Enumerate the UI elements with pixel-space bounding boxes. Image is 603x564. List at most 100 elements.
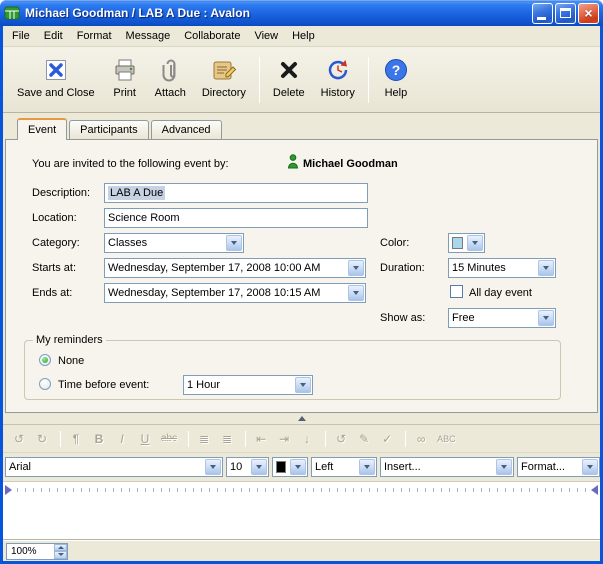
all-day-checkbox[interactable] — [450, 285, 463, 298]
ends-at-label: Ends at: — [32, 287, 72, 299]
font-size-select[interactable]: 10 — [226, 457, 269, 477]
attach-button[interactable]: Attach — [147, 52, 194, 103]
chevron-down-icon[interactable] — [496, 459, 512, 475]
find-binoculars-icon[interactable]: ∞ — [414, 432, 428, 446]
category-select[interactable]: Classes — [104, 233, 244, 253]
reminders-group-label: My reminders — [33, 334, 106, 346]
font-bar: Arial 10 Left Insert... Format... — [3, 452, 600, 481]
print-icon — [111, 56, 139, 84]
chevron-down-icon[interactable] — [467, 235, 483, 251]
bold-icon[interactable]: B — [92, 432, 106, 446]
invited-by-text: You are invited to the following event b… — [32, 158, 229, 170]
reminder-time-select[interactable]: 1 Hour — [183, 375, 313, 395]
chevron-down-icon[interactable] — [205, 459, 221, 475]
menu-edit[interactable]: Edit — [37, 27, 70, 45]
chevron-down-icon[interactable] — [538, 310, 554, 326]
close-icon: × — [584, 6, 592, 20]
tab-participants[interactable]: Participants — [69, 120, 148, 139]
chevron-down-icon[interactable] — [251, 459, 267, 475]
window-title: Michael Goodman / LAB A Due : Avalon — [25, 6, 530, 20]
main-toolbar: Save and Close Print Attach — [3, 47, 600, 113]
menu-help[interactable]: Help — [285, 27, 322, 45]
chevron-down-icon[interactable] — [348, 260, 364, 276]
minimize-button[interactable] — [532, 3, 553, 24]
message-body[interactable] — [3, 497, 600, 540]
svg-text:?: ? — [392, 62, 401, 78]
show-as-label: Show as: — [380, 312, 425, 324]
ruler-right-margin-marker[interactable] — [591, 485, 598, 495]
toolbar-separator — [60, 431, 61, 447]
tab-advanced[interactable]: Advanced — [151, 120, 222, 139]
zoom-decrease-button[interactable] — [54, 551, 67, 559]
menu-message[interactable]: Message — [119, 27, 178, 45]
chevron-down-icon[interactable] — [290, 459, 306, 475]
history-icon — [324, 56, 352, 84]
chevron-down-icon[interactable] — [582, 459, 598, 475]
font-color-select[interactable] — [272, 457, 308, 477]
menu-format[interactable]: Format — [70, 27, 119, 45]
undo-icon[interactable]: ↺ — [12, 432, 26, 446]
category-label: Category: — [32, 237, 80, 249]
rotate-icon[interactable]: ↺ — [334, 432, 348, 446]
duration-select[interactable]: 15 Minutes — [448, 258, 556, 278]
reminder-none-radio[interactable] — [39, 354, 51, 366]
duration-label: Duration: — [380, 262, 425, 274]
font-family-select[interactable]: Arial — [5, 457, 223, 477]
format-select[interactable]: Format... — [517, 457, 600, 477]
description-value: LAB A Due — [108, 186, 165, 200]
starts-at-label: Starts at: — [32, 262, 76, 274]
paragraph-icon[interactable]: ¶ — [69, 432, 83, 446]
close-button[interactable]: × — [578, 3, 599, 24]
description-input[interactable]: LAB A Due — [104, 183, 368, 203]
titlebar[interactable]: Michael Goodman / LAB A Due : Avalon × — [0, 0, 603, 26]
zoom-increase-button[interactable] — [54, 544, 67, 552]
chevron-down-icon[interactable] — [359, 459, 375, 475]
redo-icon[interactable]: ↻ — [35, 432, 49, 446]
spell-check-icon[interactable]: ABC — [437, 434, 456, 444]
zoom-control[interactable]: 100% — [6, 543, 68, 560]
print-button[interactable]: Print — [103, 52, 147, 103]
outdent-icon[interactable]: ⇤ — [254, 432, 268, 446]
strikethrough-icon[interactable]: abc — [161, 433, 177, 444]
help-button[interactable]: ? Help — [374, 52, 418, 103]
chevron-down-icon[interactable] — [538, 260, 554, 276]
italic-icon[interactable]: I — [115, 432, 129, 446]
color-select[interactable] — [448, 233, 485, 253]
ends-at-select[interactable]: Wednesday, September 17, 2008 10:15 AM — [104, 283, 366, 303]
starts-at-select[interactable]: Wednesday, September 17, 2008 10:00 AM — [104, 258, 366, 278]
ruler — [3, 481, 600, 497]
check-icon[interactable]: ✓ — [380, 432, 394, 446]
chevron-down-icon[interactable] — [226, 235, 242, 251]
reminder-time-label: Time before event: — [58, 379, 149, 391]
collapse-up-icon[interactable] — [298, 416, 306, 421]
menubar: File Edit Format Message Collaborate Vie… — [3, 26, 600, 47]
menu-view[interactable]: View — [247, 27, 285, 45]
reminder-time-radio[interactable] — [39, 378, 51, 390]
maximize-button[interactable] — [555, 3, 576, 24]
chevron-down-icon[interactable] — [295, 377, 311, 393]
edit-pencil-icon[interactable]: ✎ — [357, 432, 371, 446]
location-input[interactable]: Science Room — [104, 208, 368, 228]
show-as-select[interactable]: Free — [448, 308, 556, 328]
underline-icon[interactable]: U — [138, 432, 152, 446]
align-select[interactable]: Left — [311, 457, 377, 477]
menu-file[interactable]: File — [5, 27, 37, 45]
ruler-left-margin-marker[interactable] — [5, 485, 12, 495]
reminder-none-label: None — [58, 355, 84, 367]
directory-button[interactable]: Directory — [194, 52, 254, 103]
insert-select[interactable]: Insert... — [380, 457, 514, 477]
zoom-spinner — [54, 544, 67, 559]
delete-button[interactable]: Delete — [265, 52, 313, 103]
numbered-list-icon[interactable]: ≣ — [220, 432, 234, 446]
history-button[interactable]: History — [313, 52, 363, 103]
insert-marker-icon[interactable]: ↓ — [300, 432, 314, 446]
save-and-close-button[interactable]: Save and Close — [9, 52, 103, 103]
bullet-list-icon[interactable]: ≣ — [197, 432, 211, 446]
menu-collaborate[interactable]: Collaborate — [177, 27, 247, 45]
indent-icon[interactable]: ⇥ — [277, 432, 291, 446]
splitter-bar[interactable] — [3, 413, 600, 424]
chevron-down-icon[interactable] — [348, 285, 364, 301]
tabstrip: Event Participants Advanced — [3, 113, 600, 139]
attach-icon — [156, 56, 184, 84]
tab-event[interactable]: Event — [17, 118, 67, 140]
